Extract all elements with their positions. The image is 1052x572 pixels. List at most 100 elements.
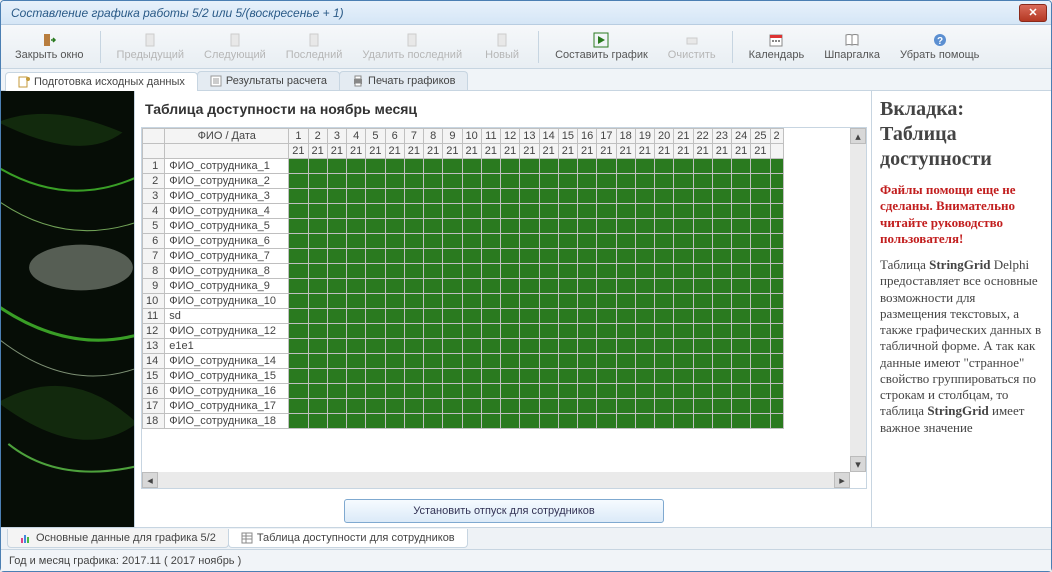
table-row[interactable]: 15ФИО_сотрудника_15: [143, 369, 784, 384]
availability-cell[interactable]: [308, 264, 327, 279]
availability-cell[interactable]: [539, 159, 558, 174]
availability-cell[interactable]: [751, 189, 770, 204]
availability-cell[interactable]: [655, 249, 674, 264]
availability-cell[interactable]: [501, 354, 520, 369]
availability-cell[interactable]: [712, 279, 731, 294]
availability-cell[interactable]: [308, 414, 327, 429]
availability-cell[interactable]: [655, 324, 674, 339]
availability-cell[interactable]: [655, 264, 674, 279]
availability-cell[interactable]: [597, 399, 616, 414]
availability-cell[interactable]: [366, 384, 385, 399]
table-row[interactable]: 14ФИО_сотрудника_14: [143, 354, 784, 369]
availability-cell[interactable]: [289, 159, 308, 174]
close-window-button[interactable]: ✕: [1019, 4, 1047, 22]
availability-cell[interactable]: [732, 369, 751, 384]
availability-cell[interactable]: [693, 369, 712, 384]
availability-cell[interactable]: [462, 399, 481, 414]
table-row[interactable]: 3ФИО_сотрудника_3: [143, 189, 784, 204]
availability-cell[interactable]: [616, 234, 635, 249]
availability-cell[interactable]: [520, 384, 539, 399]
availability-cell[interactable]: [347, 189, 366, 204]
grid-hscrollbar[interactable]: ◂ ▸: [142, 472, 850, 488]
availability-cell[interactable]: [443, 369, 462, 384]
availability-cell[interactable]: [597, 414, 616, 429]
availability-cell[interactable]: [693, 159, 712, 174]
availability-cell[interactable]: [635, 279, 654, 294]
availability-cell[interactable]: [366, 414, 385, 429]
availability-cell[interactable]: [655, 219, 674, 234]
availability-cell[interactable]: [539, 369, 558, 384]
availability-cell[interactable]: [674, 249, 693, 264]
availability-cell[interactable]: [655, 339, 674, 354]
availability-cell[interactable]: [597, 309, 616, 324]
availability-cell[interactable]: [712, 204, 731, 219]
availability-cell[interactable]: [366, 339, 385, 354]
tab-prepare-data[interactable]: Подготовка исходных данных: [5, 72, 198, 91]
fio-cell[interactable]: ФИО_сотрудника_9: [165, 279, 289, 294]
availability-cell[interactable]: [712, 414, 731, 429]
availability-cell[interactable]: [655, 384, 674, 399]
availability-cell[interactable]: [347, 279, 366, 294]
availability-cell[interactable]: [501, 264, 520, 279]
availability-cell[interactable]: [481, 369, 500, 384]
availability-cell[interactable]: [520, 279, 539, 294]
availability-cell[interactable]: [385, 294, 404, 309]
availability-cell[interactable]: [443, 264, 462, 279]
availability-cell[interactable]: [385, 264, 404, 279]
availability-cell[interactable]: [327, 279, 346, 294]
availability-cell[interactable]: [539, 279, 558, 294]
availability-cell[interactable]: [558, 399, 577, 414]
availability-cell[interactable]: [366, 174, 385, 189]
availability-cell[interactable]: [347, 354, 366, 369]
availability-cell[interactable]: [327, 294, 346, 309]
availability-cell[interactable]: [404, 309, 423, 324]
availability-cell[interactable]: [385, 219, 404, 234]
availability-cell[interactable]: [347, 369, 366, 384]
table-row[interactable]: 1ФИО_сотрудника_1: [143, 159, 784, 174]
availability-cell[interactable]: [732, 204, 751, 219]
availability-cell[interactable]: [520, 249, 539, 264]
availability-cell[interactable]: [751, 264, 770, 279]
availability-cell[interactable]: [289, 414, 308, 429]
availability-cell[interactable]: [443, 174, 462, 189]
availability-cell[interactable]: [712, 249, 731, 264]
table-row[interactable]: 16ФИО_сотрудника_16: [143, 384, 784, 399]
availability-cell[interactable]: [443, 189, 462, 204]
availability-cell[interactable]: [578, 309, 597, 324]
availability-cell[interactable]: [616, 384, 635, 399]
availability-cell[interactable]: [693, 339, 712, 354]
availability-cell[interactable]: [424, 354, 443, 369]
availability-cell[interactable]: [481, 204, 500, 219]
availability-cell[interactable]: [289, 354, 308, 369]
availability-cell[interactable]: [558, 279, 577, 294]
availability-cell[interactable]: [424, 204, 443, 219]
availability-cell[interactable]: [289, 204, 308, 219]
availability-cell[interactable]: [712, 294, 731, 309]
availability-cell[interactable]: [462, 414, 481, 429]
availability-cell[interactable]: [732, 159, 751, 174]
availability-cell[interactable]: [578, 294, 597, 309]
fio-cell[interactable]: ФИО_сотрудника_14: [165, 354, 289, 369]
table-row[interactable]: 9ФИО_сотрудника_9: [143, 279, 784, 294]
availability-cell[interactable]: [289, 249, 308, 264]
availability-cell[interactable]: [635, 219, 654, 234]
availability-cell[interactable]: [635, 249, 654, 264]
availability-cell[interactable]: [481, 159, 500, 174]
fio-cell[interactable]: ФИО_сотрудника_4: [165, 204, 289, 219]
availability-cell[interactable]: [674, 309, 693, 324]
fio-cell[interactable]: ФИО_сотрудника_8: [165, 264, 289, 279]
availability-cell[interactable]: [404, 399, 423, 414]
availability-cell[interactable]: [674, 339, 693, 354]
availability-cell[interactable]: [443, 204, 462, 219]
availability-cell[interactable]: [635, 324, 654, 339]
availability-cell[interactable]: [655, 159, 674, 174]
availability-cell[interactable]: [732, 354, 751, 369]
availability-cell[interactable]: [404, 369, 423, 384]
availability-cell[interactable]: [751, 219, 770, 234]
availability-cell[interactable]: [501, 369, 520, 384]
availability-cell[interactable]: [424, 369, 443, 384]
availability-cell[interactable]: [712, 264, 731, 279]
availability-cell[interactable]: [424, 294, 443, 309]
availability-cell[interactable]: [443, 339, 462, 354]
availability-cell[interactable]: [289, 174, 308, 189]
